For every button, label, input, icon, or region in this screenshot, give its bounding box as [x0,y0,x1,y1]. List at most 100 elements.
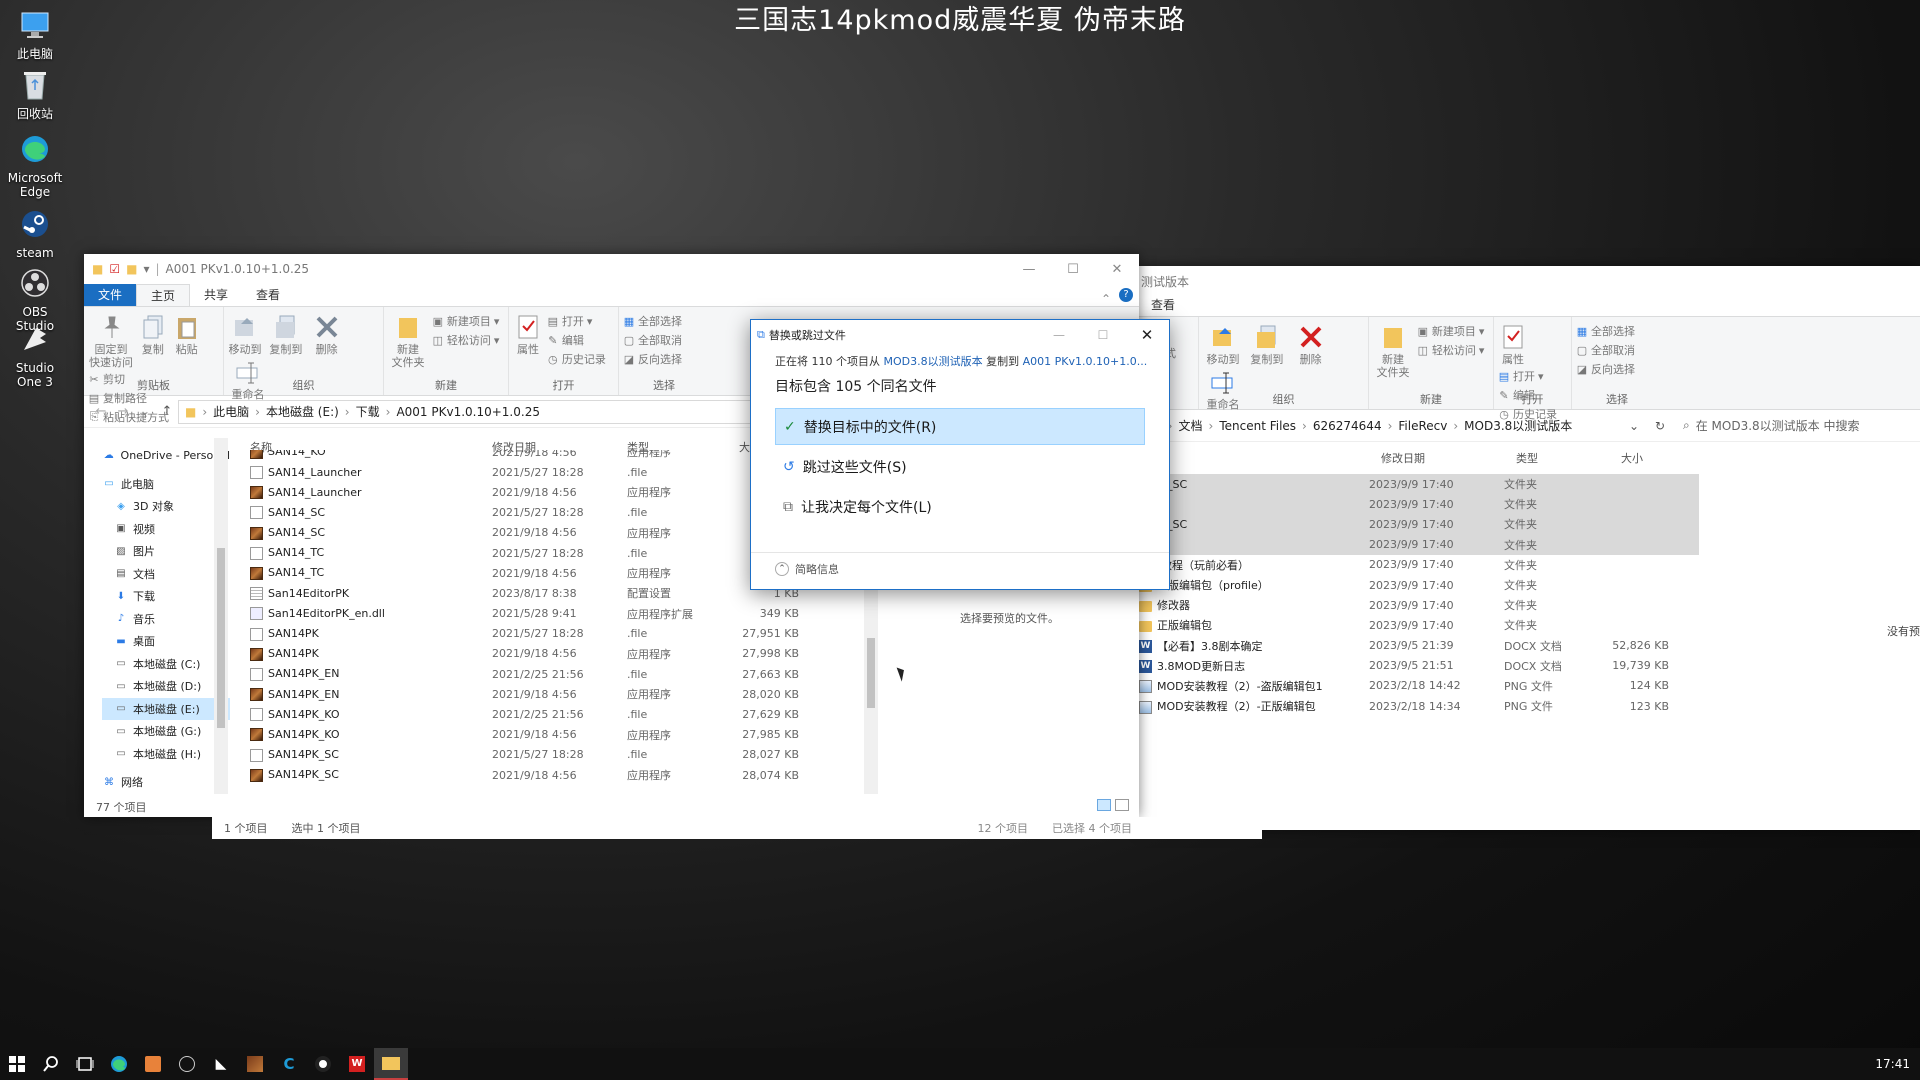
delete-button[interactable]: 删除 [310,313,344,356]
table-row[interactable]: SAN14PK 2021/9/18 4:56 应用程序 27,998 KB [250,644,890,664]
desktop-icon-edge[interactable]: Microsoft Edge [4,130,66,199]
properties-qa-icon[interactable]: ☑ [109,262,120,276]
pin-quick-access-button[interactable]: 固定到 快速访问 [88,313,134,369]
table-row[interactable]: SAN14PK_SC 2021/9/18 4:56 应用程序 28,074 KB [250,765,890,785]
table-row[interactable]: SAN14PK_KO 2021/2/25 21:56 .file 27,629 KB [250,704,890,724]
edge-taskbar-icon[interactable] [102,1048,136,1080]
search-icon[interactable] [34,1048,68,1080]
tab-view[interactable]: 查看 [242,284,294,306]
table-row[interactable]: 0010_SC2023/9/9 17:40文件夹 [1139,514,1699,535]
clock[interactable]: 17:41 [1875,1057,1920,1071]
table-row[interactable]: 0001_SC2023/9/9 17:40文件夹 [1139,474,1699,495]
table-row[interactable]: W 3.8MOD更新日志 2023/9/5 21:51 DOCX 文档 19,739 K… [1139,656,1699,676]
nav-item[interactable]: ▭ 本地磁盘 (C:) [102,653,230,676]
nav-item[interactable]: ▭ 本地磁盘 (E:) [102,697,230,720]
tab-file[interactable]: 文件 [84,284,137,306]
table-row[interactable]: SAN14PK_EN 2021/2/25 21:56 .file 27,663 KB [250,664,890,684]
desktop-icon-steam[interactable]: steam [4,205,66,260]
new-item-button[interactable]: ▣ 新建项目 ▾ [432,313,500,329]
task-view-icon[interactable] [68,1048,102,1080]
column-date[interactable]: 修改日期 [1381,450,1516,466]
properties-button[interactable]: 属性 [513,313,543,356]
move-to-button[interactable]: 移动到 [228,313,262,356]
address-dropdown-icon[interactable]: ⌄ [1629,419,1639,433]
column-name[interactable]: 称 [1151,450,1381,466]
app-orange-icon[interactable] [136,1048,170,1080]
table-row[interactable]: SAN14PK_KO 2021/9/18 4:56 应用程序 27,985 KB [250,725,890,745]
minimize-button[interactable]: — [1037,320,1081,350]
table-row[interactable]: 修改器 2023/9/9 17:40 文件夹 [1139,595,1699,615]
nav-scrollbar-thumb[interactable] [217,548,225,728]
paste-button[interactable]: 粘贴 [172,313,202,356]
table-row[interactable]: MOD安装教程（2）-正版编辑包 2023/2/18 14:34 PNG 文件 123… [1139,696,1699,716]
file-explorer-taskbar-icon[interactable] [374,1048,408,1080]
nav-item[interactable]: ▣ 视频 [102,518,230,541]
nav-item[interactable]: ▭ 本地磁盘 (H:) [102,743,230,766]
history-button[interactable]: ◷ 历史记录 [547,351,606,367]
table-row[interactable]: SAN14PK_SC 2021/5/27 18:28 .file 28,027 KB [250,745,890,765]
select-none-button[interactable]: ▢ 全部取消 [1576,342,1635,358]
nav-item[interactable]: ☁ OneDrive - Personal [102,444,230,467]
new-folder-button[interactable]: 新建 文件夹 [388,313,428,369]
open-button[interactable]: ▤ 打开 ▾ [1498,368,1557,384]
obs-taskbar-icon[interactable] [170,1048,204,1080]
nav-item[interactable]: ▤ 文档 [102,563,230,586]
easy-access-button[interactable]: ◫ 轻松访问 ▾ [432,332,500,348]
minimize-button[interactable]: — [1007,254,1051,284]
list-scrollbar-thumb[interactable] [867,638,875,708]
table-row[interactable]: 盗版编辑包（profile） 2023/9/9 17:40 文件夹 [1139,575,1699,595]
table-row[interactable]: SAN14PK_EN 2021/9/18 4:56 应用程序 28,020 KB [250,684,890,704]
skip-files-option[interactable]: ↺ 跳过这些文件(S) [775,448,1145,485]
nav-item[interactable]: ▭ 此电脑 [102,473,230,496]
maximize-button[interactable]: ☐ [1051,254,1095,284]
nav-item[interactable]: ▨ 图片 [102,540,230,563]
history-button[interactable]: ◷ 历史记录 [1498,406,1557,422]
nav-item[interactable]: ▭ 本地磁盘 (G:) [102,720,230,743]
source-folder-link[interactable]: MOD3.8以测试版本 [884,355,983,368]
new-folder-button[interactable]: 新建 文件夹 [1373,323,1413,379]
tab-view[interactable]: 查看 [1139,294,1189,316]
table-row[interactable]: W 【必看】3.8剧本确定 2023/9/5 21:39 DOCX 文档 52,826 … [1139,636,1699,656]
table-row[interactable]: MOD安装教程（2）-盗版编辑包1 2023/2/18 14:42 PNG 文件 12… [1139,676,1699,696]
new-folder-qa-icon[interactable]: ■ [126,262,137,276]
desktop-icon-studio-one[interactable]: Studio One 3 [4,320,66,389]
large-icons-view-icon[interactable] [1115,799,1129,811]
qa-dropdown-icon[interactable]: ▾ [143,262,149,276]
select-all-button[interactable]: ▦ 全部选择 [623,313,682,329]
table-row[interactable]: 00022023/9/9 17:40文件夹 [1139,494,1699,515]
nav-item[interactable]: ◈ 3D 对象 [102,495,230,518]
edit-button[interactable]: ✎ 编辑 [547,332,606,348]
game-taskbar-icon[interactable] [238,1048,272,1080]
select-none-button[interactable]: ▢ 全部取消 [623,332,682,348]
easy-access-button[interactable]: ◫ 轻松访问 ▾ [1417,342,1485,358]
column-size[interactable]: 大小 [1621,450,1681,466]
copy-to-button[interactable]: 复制到 [1247,323,1287,366]
nav-item[interactable]: ▭ 本地磁盘 (D:) [102,675,230,698]
invert-selection-button[interactable]: ◪ 反向选择 [623,351,682,367]
close-button[interactable]: ✕ [1125,320,1169,350]
collapse-ribbon-icon[interactable]: ⌃ [1101,292,1119,306]
nav-item[interactable]: ⬇ 下载 [102,585,230,608]
start-button[interactable] [0,1048,34,1080]
close-button[interactable]: ✕ [1095,254,1139,284]
table-row[interactable]: DLC2023/9/9 17:40文件夹 [1139,534,1699,555]
replace-files-option[interactable]: ✓ 替换目标中的文件(R) [775,408,1145,445]
wps-icon[interactable]: W [340,1048,374,1080]
destination-folder-link[interactable]: A001 PKv1.0.10+1.0... [1023,355,1148,368]
nav-item[interactable]: ♪ 音乐 [102,608,230,631]
table-row[interactable]: San14EditorPK_en.dll 2021/5/28 9:41 应用程序扩展… [250,604,890,624]
desktop-icon-this-pc[interactable]: 此电脑 [4,6,66,61]
nav-item[interactable]: ▬ 桌面 [102,630,230,653]
nav-item[interactable]: ⌘ 网络 [102,771,230,794]
desktop-icon-recycle-bin[interactable]: 回收站 [4,66,66,121]
maximize-button[interactable]: ☐ [1081,320,1125,350]
properties-button[interactable]: 属性 [1498,323,1528,366]
paste-shortcut-button[interactable]: ⎘ 粘贴快捷方式 [88,409,169,425]
delete-button[interactable]: 删除 [1291,323,1331,366]
open-button[interactable]: ▤ 打开 ▾ [547,313,606,329]
invert-selection-button[interactable]: ◪ 反向选择 [1576,361,1635,377]
new-item-button[interactable]: ▣ 新建项目 ▾ [1417,323,1485,339]
move-to-button[interactable]: 移动到 [1203,323,1243,366]
nav-scrollbar[interactable] [214,438,228,794]
copy-button[interactable]: 复制 [138,313,168,356]
